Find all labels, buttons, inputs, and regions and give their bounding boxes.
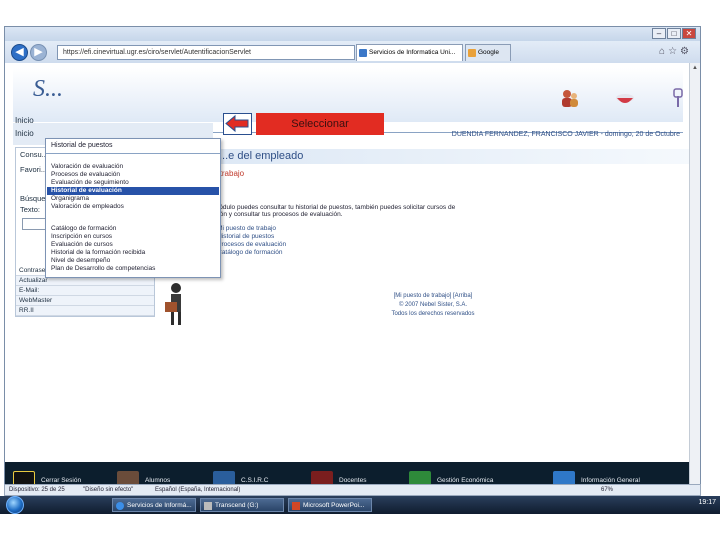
site-logo: S... [33, 76, 63, 102]
navigation-bar: ◀ ▶ https://efi.cinevirtual.ugr.es/ciro/… [5, 41, 700, 63]
menu-item[interactable]: Valoración de empleados [51, 203, 124, 211]
menu-item[interactable]: Organigrama [51, 195, 89, 203]
menu-item[interactable]: Evaluación de cursos [51, 241, 113, 249]
taskbar-item-transcend[interactable]: Transcend (G:) [200, 498, 284, 512]
main-area: ...e del empleado ...trabajo ...e módulo… [193, 147, 690, 387]
menu-item[interactable]: Historial de la formación recibida [51, 249, 145, 257]
taskbar-item-powerpoint[interactable]: Microsoft PowerPoi... [288, 498, 372, 512]
settings-icon[interactable]: ⚙ [680, 46, 692, 57]
start-button[interactable] [6, 496, 24, 514]
page-icon [359, 49, 367, 57]
home-icon[interactable]: ⌂ [659, 46, 668, 57]
menu-item[interactable]: Plan de Desarrollo de competencias [51, 265, 155, 273]
nav-label: Alumnos [145, 477, 171, 484]
menu-item[interactable]: Catálogo de formación [51, 225, 116, 233]
taskbar-item-ie[interactable]: Servicios de Informá... [112, 498, 196, 512]
callout-arrow-box [223, 113, 252, 135]
forward-icon[interactable]: ▶ [30, 44, 47, 61]
nav-label: Información General [581, 477, 640, 484]
google-icon [468, 49, 476, 57]
browser-window: – □ ✕ ◀ ▶ https://efi.cinevirtual.ugr.es… [4, 26, 701, 514]
tab-label: Google [478, 49, 499, 56]
module-links: Mi puesto de trabajo Historial de puesto… [213, 225, 286, 257]
user-name: DUENDIA FERNANDEZ, FRANCISCO JAVIER - do… [451, 131, 680, 138]
employee-figure-icon [165, 283, 181, 325]
favorites-icon[interactable]: ☆ [668, 46, 680, 57]
status-slide: Dispositivo: 25 de 25 [9, 487, 65, 493]
status-design: "Diseño sin efecto" [83, 487, 134, 493]
taskbar-label: Servicios de Informá... [127, 502, 192, 509]
email-link[interactable]: E-Mail: [16, 286, 154, 296]
status-language: Español (España, Internacional) [155, 487, 241, 493]
tab-servicios[interactable]: Servicios de Informatica Uni... [356, 44, 463, 61]
nav-inicio[interactable]: Inicio [15, 116, 34, 125]
menu-item[interactable]: Nivel de desempeño [51, 257, 110, 265]
copyright: © 2007 Nebel Sister, S.A. [398, 302, 468, 308]
taskbar: Servicios de Informá... Transcend (G:) M… [0, 496, 720, 514]
tab-google[interactable]: Google [465, 44, 511, 61]
left-arrow-icon [225, 114, 249, 133]
address-bar[interactable]: https://efi.cinevirtual.ugr.es/ciro/serv… [57, 45, 355, 60]
nav-label: C.S.I.R.C [241, 477, 269, 484]
menu-item[interactable]: Procesos de evaluación [51, 171, 120, 179]
scroll-up-icon[interactable]: ▲ [690, 63, 700, 73]
link-catalogo-formacion[interactable]: Catálogo de formación [213, 249, 286, 257]
taskbar-label: Transcend (G:) [215, 502, 259, 509]
taskbar-label: Microsoft PowerPoi... [303, 502, 365, 509]
close-button[interactable]: ✕ [682, 28, 696, 39]
section-title: ...e del empleado [213, 149, 690, 164]
nav-label: Cerrar Sesión [41, 477, 82, 484]
dropdown-header[interactable]: Historial de puestos [46, 139, 220, 154]
title-bar: – □ ✕ [5, 27, 700, 41]
tab-label: Servicios de Informatica Uni... [369, 49, 456, 56]
link-mi-puesto[interactable]: Mi puesto de trabajo [213, 225, 286, 233]
footer-nav[interactable]: [Mi puesto de trabajo] [Arriba] [378, 292, 488, 301]
menu-item[interactable]: Evaluación de seguimiento [51, 179, 129, 187]
callout-label: Seleccionar [256, 113, 384, 135]
webmaster-link[interactable]: WebMaster [16, 296, 154, 306]
link-historial-puestos[interactable]: Historial de puestos [213, 233, 286, 241]
page-footer: [Mi puesto de trabajo] [Arriba] © 2007 N… [378, 292, 488, 319]
menu-item[interactable]: Inscripción en cursos [51, 233, 112, 241]
status-bar: Dispositivo: 25 de 25 "Diseño sin efecto… [4, 484, 701, 496]
ie-icon [116, 502, 124, 510]
maximize-button[interactable]: □ [667, 28, 681, 39]
powerpoint-icon [292, 502, 300, 510]
back-icon[interactable]: ◀ [11, 44, 28, 61]
nav-label: Gestión Económica [437, 477, 494, 484]
vertical-scrollbar[interactable]: ▲ [689, 63, 700, 497]
link-procesos-evaluacion[interactable]: Procesos de evaluación [213, 241, 286, 249]
minimize-button[interactable]: – [652, 28, 666, 39]
rights-text: Todos los derechos reservados [391, 311, 475, 317]
clock: 19:17 [698, 499, 716, 506]
nav-inicio-2[interactable]: Inicio [15, 129, 34, 138]
intro-text-1: ...e módulo puedes consultar tu historia… [203, 204, 456, 211]
menu-item-selected[interactable]: Historial de evaluación [47, 187, 219, 195]
toolbar-icons: ⌂☆⚙ [659, 46, 692, 57]
nav-label: Docentes [339, 477, 367, 484]
menu-item[interactable]: Valoración de evaluación [51, 163, 123, 171]
drive-icon [204, 502, 212, 510]
bowl-icon[interactable] [615, 88, 635, 108]
fork-icon[interactable] [668, 88, 688, 108]
zoom-level[interactable]: 67% [601, 485, 613, 495]
window-controls: – □ ✕ [652, 28, 696, 39]
menu-dropdown: Historial de puestos Valoración de evalu… [45, 138, 221, 278]
rrii-link[interactable]: RR.II [16, 306, 154, 316]
users-icon[interactable] [560, 88, 580, 108]
